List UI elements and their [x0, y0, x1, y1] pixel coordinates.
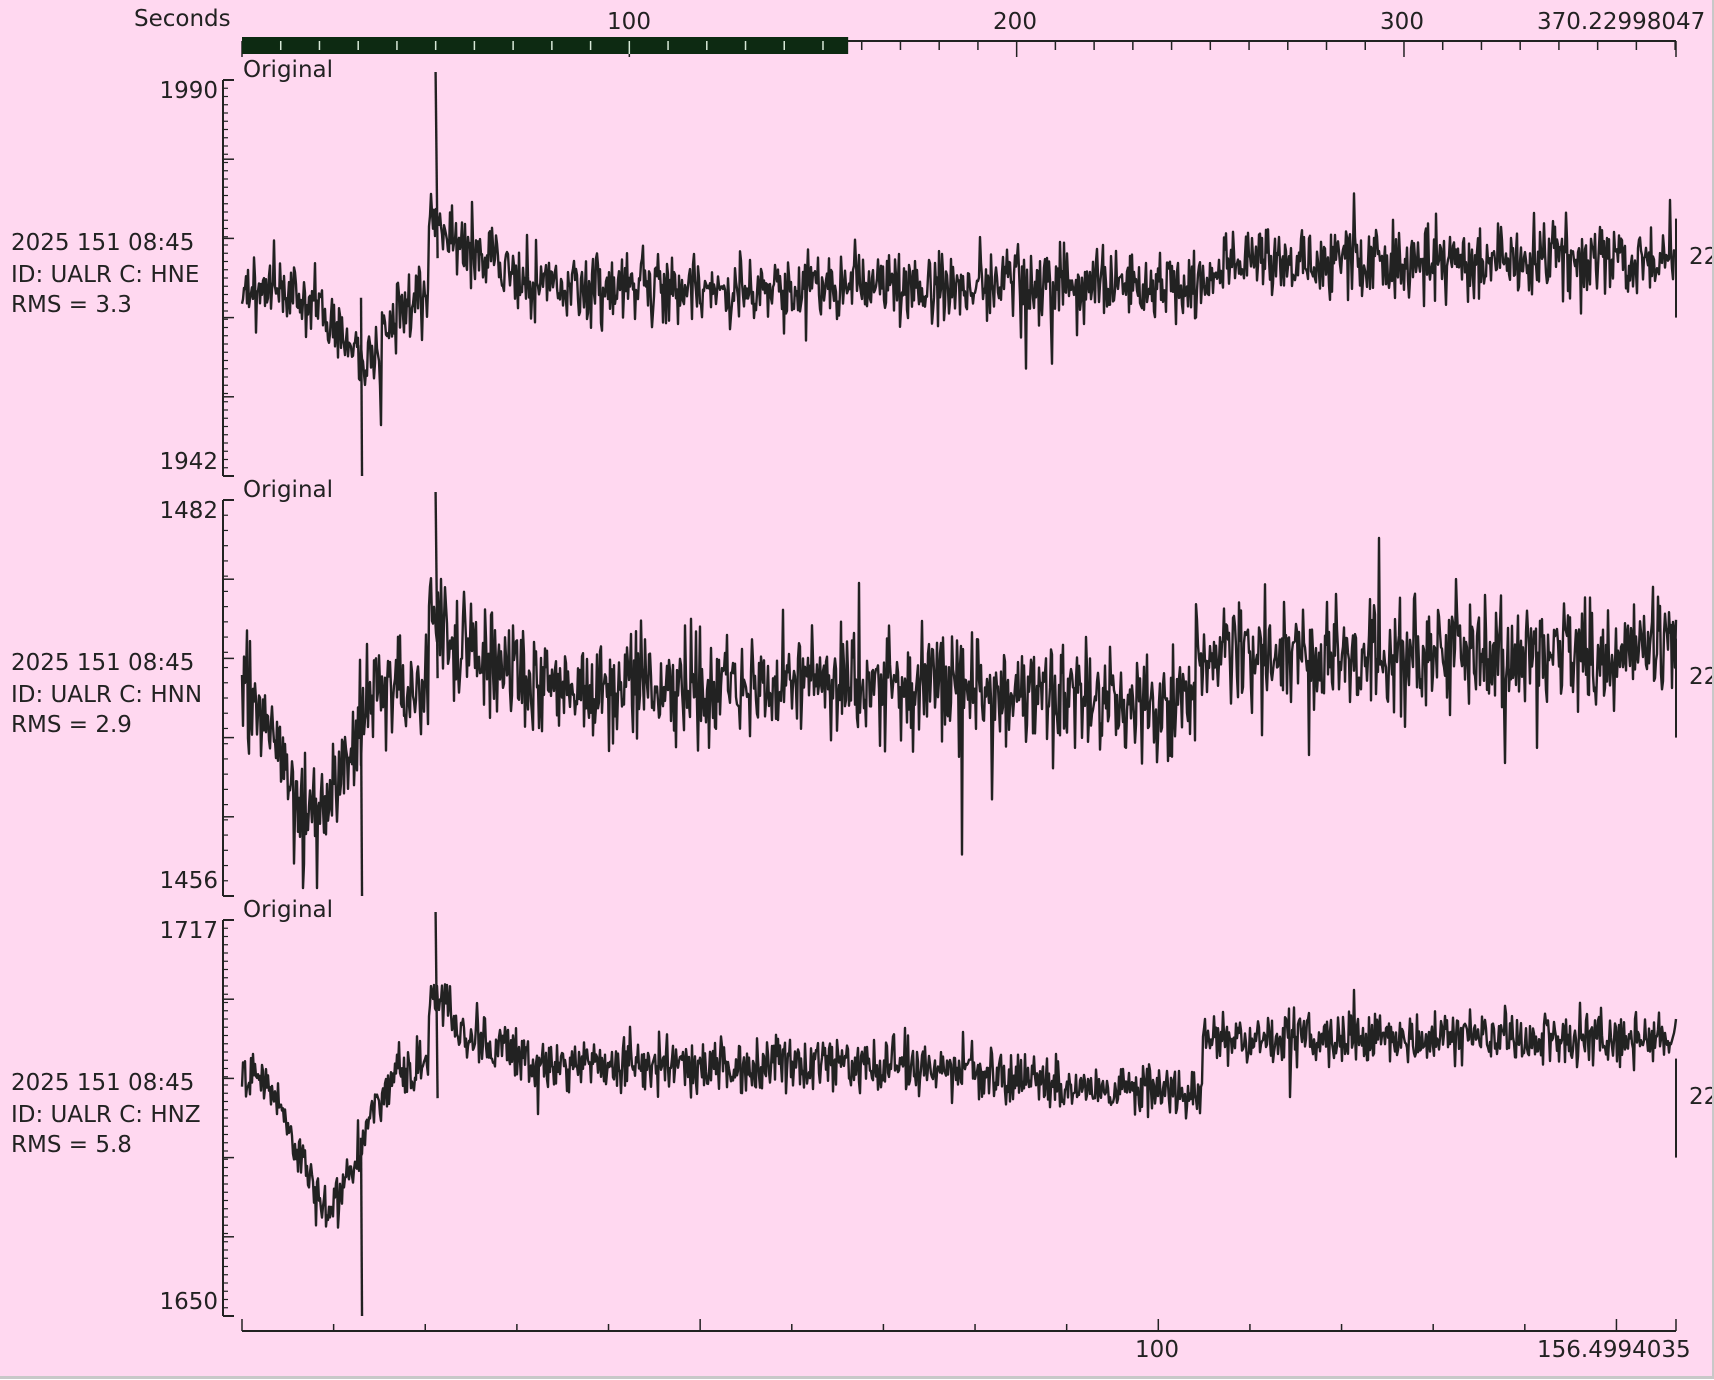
trace-amp-max: 1990 — [159, 78, 218, 104]
waveform-peak — [434, 911, 439, 1099]
selection-range-bar — [242, 37, 849, 54]
trace-amp-max: 1482 — [159, 498, 218, 524]
top-tick-label: 300 — [1380, 9, 1424, 35]
waveform-peak — [434, 491, 439, 679]
waveform-trace — [240, 192, 1677, 427]
trace-amp-min: 1650 — [159, 1289, 218, 1315]
trace-amp-min: 1456 — [159, 868, 218, 894]
waveform-trough — [359, 297, 364, 477]
waveform-trough — [359, 1137, 364, 1317]
trace-datetime: 2025 151 08:45 — [11, 1070, 195, 1096]
trace-rms: RMS = 3.3 — [11, 292, 132, 318]
trace-datetime: 2025 151 08:45 — [11, 230, 195, 256]
trace-overlay-label: Original — [243, 57, 334, 83]
top-axis-end-value: 370.22998047 — [1537, 9, 1706, 35]
trace-amp-max: 1717 — [159, 918, 218, 944]
trace-station-id: ID: UALR C: HNE — [11, 262, 200, 288]
trace-right-label: 22 — [1689, 244, 1712, 270]
bottom-tick-label: 100 — [1135, 1337, 1179, 1363]
trace-rms: RMS = 2.9 — [11, 712, 132, 738]
seismogram-viewer: Seconds 100 200 300 370.22998047 Origina… — [0, 0, 1714, 1379]
waveform-trough — [359, 717, 364, 897]
seconds-axis-label: Seconds — [134, 6, 231, 32]
trace-station-id: ID: UALR C: HNZ — [11, 1102, 201, 1128]
trace-overlay-label: Original — [243, 897, 334, 923]
trace-station-id: ID: UALR C: HNN — [11, 682, 203, 708]
trace-amp-min: 1942 — [159, 449, 218, 475]
bottom-axis-end-value: 156.4994035 — [1537, 1337, 1691, 1363]
waveform-canvas[interactable] — [0, 0, 1712, 1376]
top-tick-label: 100 — [607, 9, 651, 35]
trace-rms: RMS = 5.8 — [11, 1132, 132, 1158]
trace-right-label: 22 — [1689, 1084, 1712, 1110]
trace-datetime: 2025 151 08:45 — [11, 650, 195, 676]
trace-overlay-label: Original — [243, 477, 334, 503]
top-tick-label: 200 — [993, 9, 1037, 35]
waveform-trace — [240, 983, 1678, 1229]
waveform-trace — [240, 536, 1678, 890]
trace-right-label: 22 — [1689, 664, 1712, 690]
